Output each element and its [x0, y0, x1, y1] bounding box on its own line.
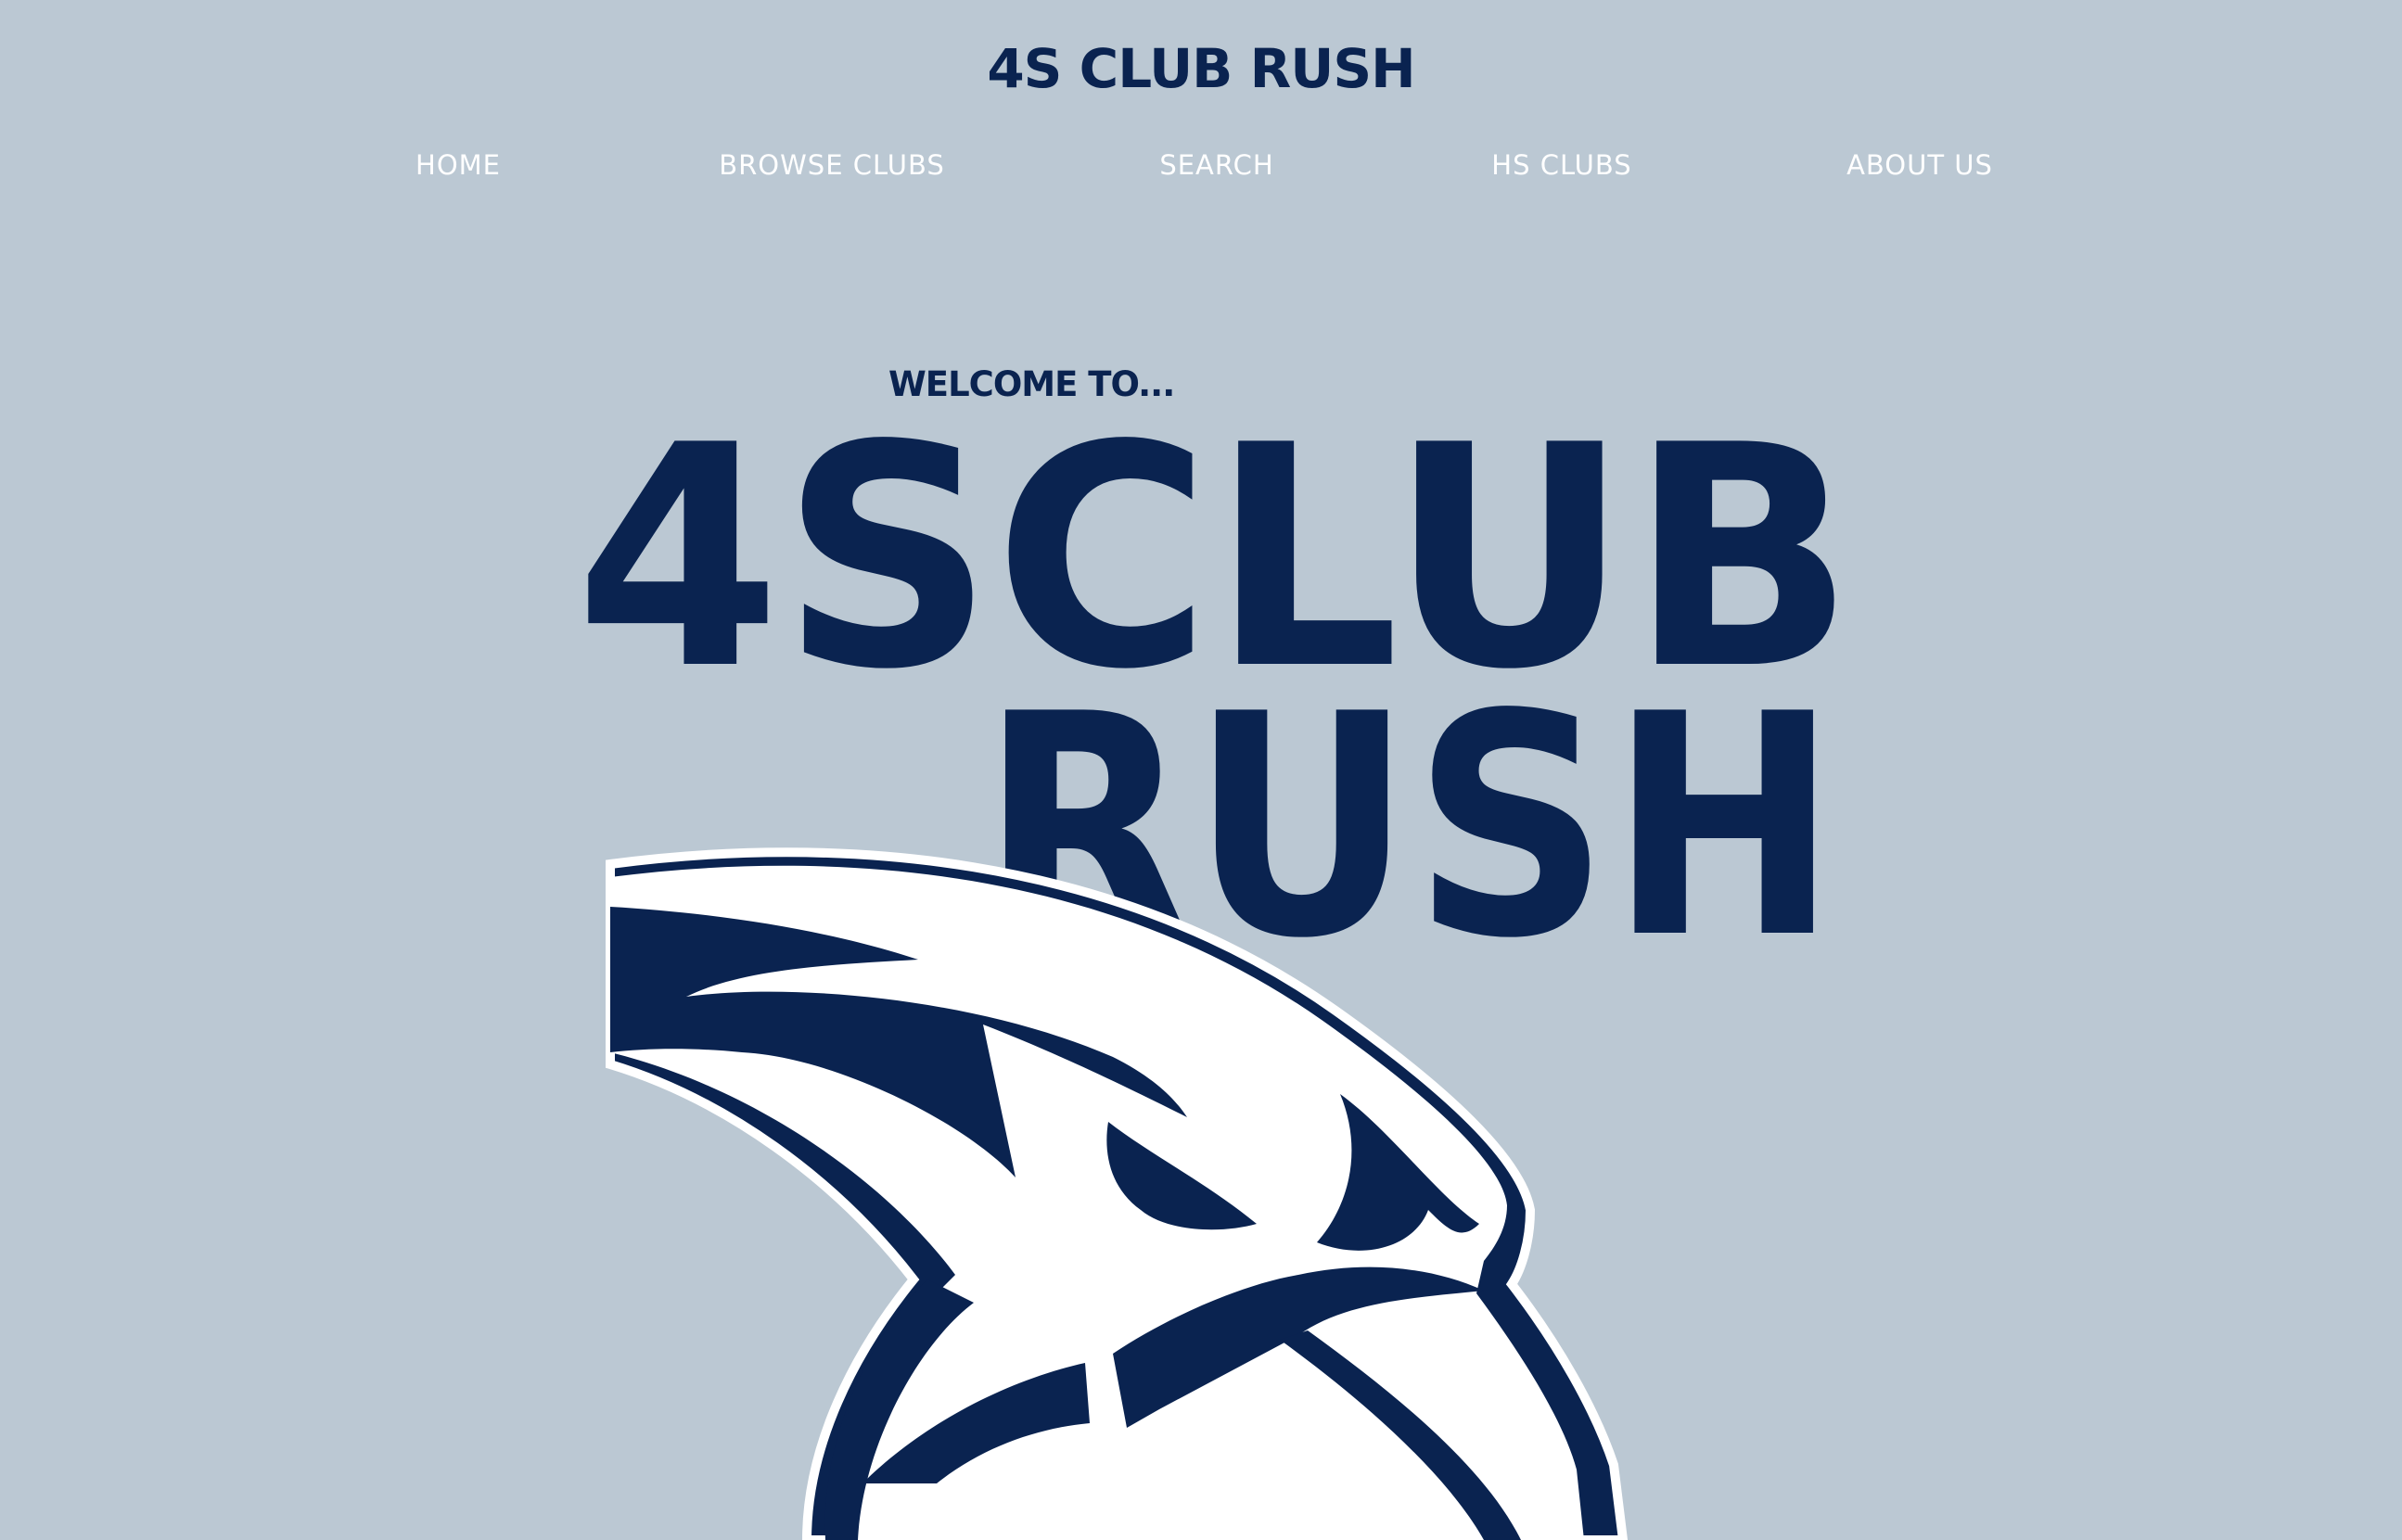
- page: 4S CLUB RUSH HOME BROWSE CLUBS SEARCH HS…: [0, 0, 2402, 1540]
- hero-graphic: 4SCLUB RUSH: [575, 380, 1855, 1540]
